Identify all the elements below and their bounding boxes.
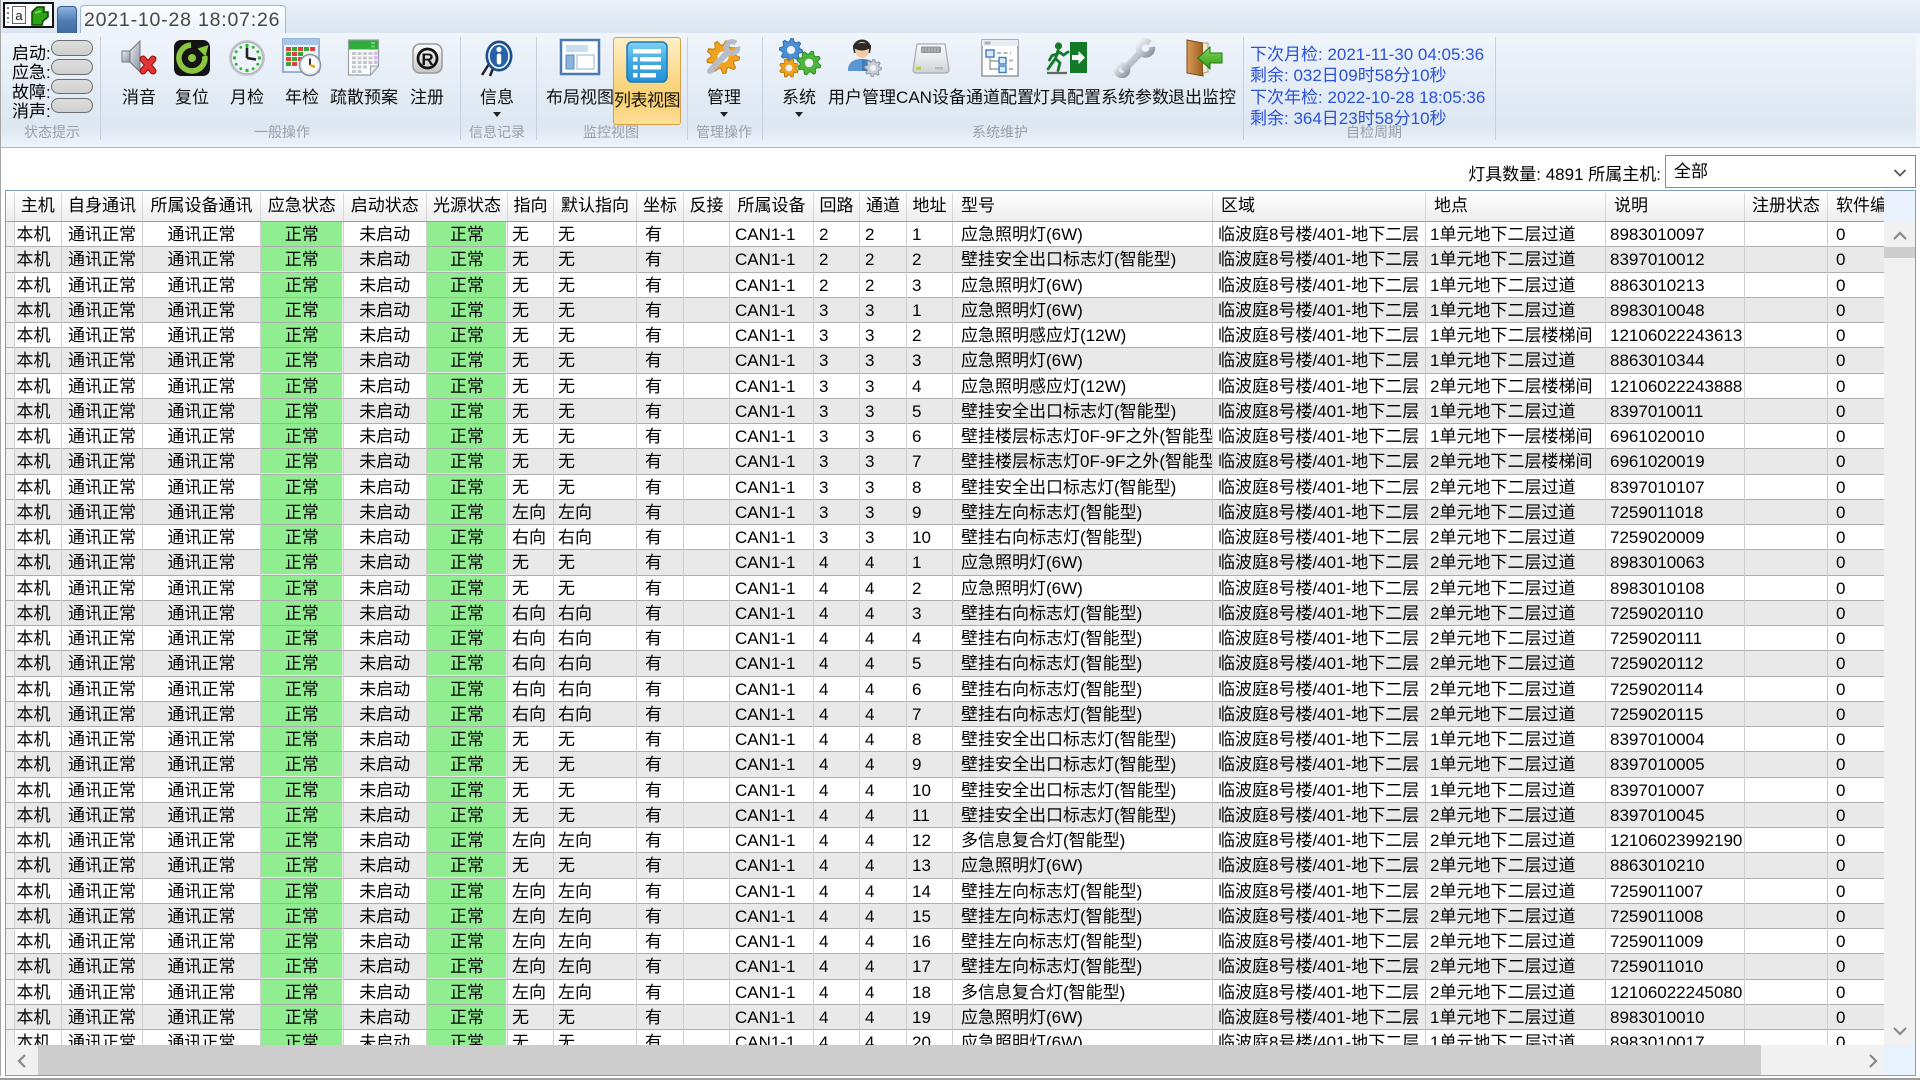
svg-text:R: R <box>421 50 433 69</box>
